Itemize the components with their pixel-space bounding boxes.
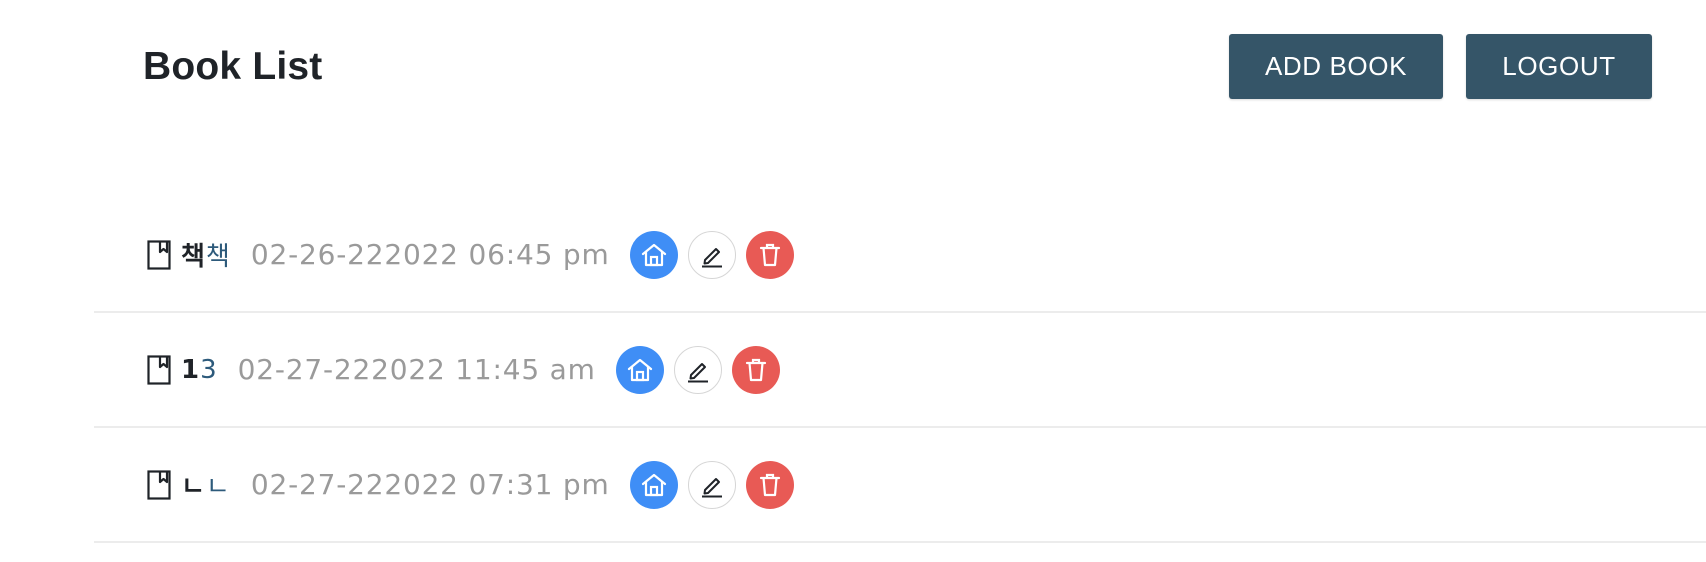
home-button[interactable] — [629, 460, 678, 509]
delete-button[interactable] — [745, 460, 794, 509]
trash-icon — [745, 358, 766, 381]
home-icon — [641, 243, 666, 266]
add-book-button[interactable]: ADD BOOK — [1229, 34, 1443, 99]
book-date: 02-27-222022 07:31 pm — [250, 468, 610, 501]
edit-button[interactable] — [687, 460, 736, 509]
book-title-light: 책 — [205, 242, 230, 272]
home-button[interactable] — [629, 230, 678, 279]
book-title-light: ㄴ — [205, 472, 230, 502]
book-actions — [629, 460, 804, 509]
book-list-item: ㄴㄴ 02-27-222022 07:31 pm — [94, 428, 1706, 543]
edit-button[interactable] — [673, 345, 722, 394]
book-title-light: 3 — [200, 354, 217, 385]
book-list-item: 13 02-27-222022 11:45 am — [94, 313, 1706, 428]
book-icon — [147, 239, 171, 270]
trash-icon — [759, 473, 780, 496]
book-list: 책책 02-26-222022 06:45 pm 1 3 02-27-22202… — [94, 198, 1706, 543]
delete-button[interactable] — [731, 345, 780, 394]
logout-button[interactable]: LOGOUT — [1466, 34, 1652, 99]
home-button[interactable] — [615, 345, 664, 394]
book-title-bold: ㄴ — [181, 472, 205, 502]
book-date: 02-27-222022 11:45 am — [237, 353, 596, 386]
book-actions — [629, 230, 804, 279]
book-title-bold: 책 — [181, 242, 205, 272]
page: Book List ADD BOOK LOGOUT 책책 02-26-22202… — [0, 0, 1706, 562]
header: Book List ADD BOOK LOGOUT — [0, 0, 1706, 140]
home-icon — [641, 473, 666, 496]
book-icon — [147, 354, 171, 385]
book-actions — [615, 345, 790, 394]
book-icon — [147, 469, 171, 500]
delete-button[interactable] — [745, 230, 794, 279]
edit-button[interactable] — [687, 230, 736, 279]
book-list-item-content: 책책 02-26-222022 06:45 pm — [147, 198, 804, 311]
pencil-icon — [687, 362, 708, 382]
pencil-icon — [701, 477, 722, 497]
book-list-item-content: 13 02-27-222022 11:45 am — [147, 313, 790, 426]
page-title: Book List — [143, 45, 323, 88]
book-date: 02-26-222022 06:45 pm — [250, 238, 610, 271]
home-icon — [627, 358, 652, 381]
book-title-bold: 1 — [181, 354, 200, 385]
book-list-item: 책책 02-26-222022 06:45 pm — [94, 198, 1706, 313]
trash-icon — [759, 243, 780, 266]
book-list-item-content: ㄴㄴ 02-27-222022 07:31 pm — [147, 428, 804, 541]
pencil-icon — [701, 247, 722, 267]
